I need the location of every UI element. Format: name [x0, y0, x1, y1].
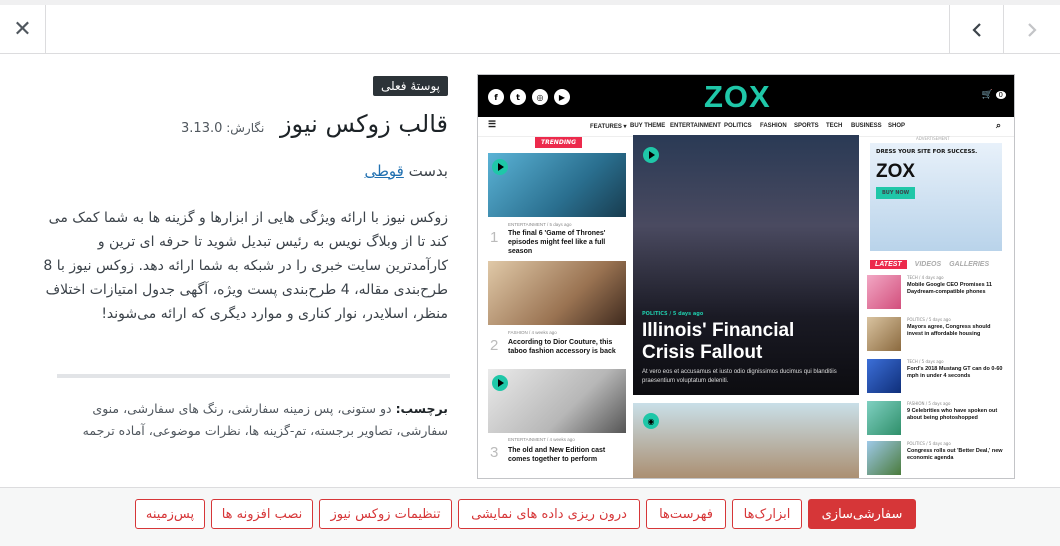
camera-icon: ◉: [643, 413, 659, 429]
article-image: ◉: [633, 403, 859, 478]
featured-article-category: POLITICS / 5 days ago: [642, 311, 704, 317]
facebook-icon: f: [488, 89, 504, 105]
ad-label: ADVERTISEMENT: [916, 136, 950, 141]
article-thumbnail: [488, 369, 626, 433]
ad-tagline: DRESS YOUR SITE FOR SUCCESS.: [876, 149, 978, 155]
install-plugins-button[interactable]: نصب افزونه ها: [211, 499, 313, 529]
theme-name: قالب زوکس نیوز نگارش: 3.13.0: [181, 110, 448, 138]
theme-author: بدست قوطی: [364, 162, 448, 180]
article-title: The final 6 'Game of Thrones' episodes m…: [508, 230, 606, 255]
divider: [57, 374, 450, 378]
search-icon: ⌕: [996, 120, 1002, 130]
article-thumbnail: [867, 275, 901, 309]
previous-theme-button[interactable]: [949, 5, 1003, 54]
chevron-right-icon: [1028, 22, 1037, 37]
article-meta: ENTERTAINMENT / 4 weeks ago: [508, 437, 575, 442]
article-thumbnail: [867, 317, 901, 351]
youtube-icon: ▶: [554, 89, 570, 105]
ad-logo: ZOX: [876, 161, 916, 182]
customize-button[interactable]: سفارشی‌سازی: [808, 499, 916, 529]
tab-videos: VIDEOS: [914, 261, 942, 268]
import-demo-button[interactable]: درون ریزی داده های نمایشی: [458, 499, 640, 529]
article-number: 3: [490, 444, 499, 461]
article-thumbnail: [488, 153, 626, 217]
play-icon: [492, 159, 508, 175]
widgets-button[interactable]: ابزارک‌ها: [732, 499, 802, 529]
play-icon: [492, 375, 508, 391]
nav-item: FASHION: [760, 123, 787, 129]
chevron-left-icon: [971, 22, 981, 37]
twitter-icon: t: [510, 89, 526, 105]
version-label: نگارش:: [226, 121, 265, 135]
nav-item: SHOP: [888, 123, 906, 129]
article-title: Ford's 2018 Mustang GT can do 0-60 mph i…: [907, 366, 1003, 379]
tags-label: برچسب:: [395, 401, 448, 416]
tab-galleries: GALLERIES: [949, 261, 990, 268]
article-thumbnail: [867, 401, 901, 435]
nav-item: ENTERTAINMENT: [670, 123, 721, 129]
article-title: According to Dior Couture, this taboo fa…: [508, 339, 616, 355]
article-meta: TECH / 4 days ago: [907, 275, 944, 280]
nav-item: TECH: [826, 123, 843, 129]
article-title: 9 Celebrities who have spoken out about …: [907, 408, 998, 421]
close-button[interactable]: ✕: [0, 5, 46, 54]
cart-icon: 🛒 0: [981, 90, 1006, 100]
theme-description: زوکس نیوز با ارائه ویژگی هایی از ابزارها…: [43, 210, 448, 322]
theme-screenshot: f t ◎ ▶ ZOX 🛒 0 ☰ FEATURES ▾ BUY THEME E…: [477, 74, 1015, 479]
nav-item: BUY THEME: [630, 123, 666, 129]
menus-button[interactable]: فهرست‌ها: [646, 499, 726, 529]
nav-item: BUSINESS: [851, 123, 882, 129]
ad-buy-button: BUY NOW: [876, 187, 916, 199]
theme-overlay-header: ✕: [0, 0, 1060, 54]
article-meta: POLITICS / 5 days ago: [907, 441, 951, 446]
article-thumbnail: [488, 261, 626, 325]
article-meta: ENTERTAINMENT / 5 days ago: [508, 222, 572, 227]
cart-count: 0: [995, 91, 1006, 99]
nav-item: FEATURES ▾: [590, 124, 627, 130]
advertisement-banner: DRESS YOUR SITE FOR SUCCESS. ZOX BUY NOW: [870, 143, 1002, 251]
article-number: 1: [490, 229, 499, 246]
featured-article-excerpt: At vero eos et accusamus et iusto odio d…: [642, 369, 837, 384]
nav-item: POLITICS: [724, 123, 752, 129]
preview-logo: ZOX: [704, 79, 771, 114]
featured-article-image: POLITICS / 5 days ago Illinois' Financia…: [633, 135, 859, 395]
background-button[interactable]: پس‌زمینه: [135, 499, 205, 529]
tags-list: دو ستونی، پس زمینه سفارشی، رنگ های سفارش…: [82, 401, 448, 438]
tab-latest: LATEST: [870, 260, 907, 269]
theme-actions: سفارشی‌سازی ابزارک‌ها فهرست‌ها درون ریزی…: [0, 487, 1060, 546]
article-meta: TECH / 5 days ago: [907, 359, 944, 364]
current-theme-badge: پوستهٔ فعلی: [373, 76, 448, 96]
article-title: Congress rolls out 'Better Deal,' new ec…: [907, 448, 1003, 461]
article-title: Mayors agree, Congress should invest in …: [907, 324, 991, 337]
trending-label: TRENDING: [535, 137, 582, 148]
instagram-icon: ◎: [532, 89, 548, 105]
article-thumbnail: [867, 441, 901, 475]
article-thumbnail: [867, 359, 901, 393]
close-icon: ✕: [13, 17, 32, 42]
article-title: The old and New Edition cast comes toget…: [508, 447, 606, 463]
nav-item: SPORTS: [794, 123, 819, 129]
version-number: 3.13.0: [181, 121, 223, 136]
preview-nav: ☰ FEATURES ▾ BUY THEME ENTERTAINMENT POL…: [478, 117, 1014, 137]
sidebar-tabs: LATEST VIDEOS GALLERIES: [870, 260, 990, 269]
preview-header: f t ◎ ▶ ZOX 🛒 0: [478, 75, 1014, 117]
menu-icon: ☰: [488, 119, 497, 129]
zox-settings-button[interactable]: تنظیمات زوکس نیوز: [319, 499, 452, 529]
theme-tags: برچسب: دو ستونی، پس زمینه سفارشی، رنگ ها…: [53, 398, 448, 442]
author-link[interactable]: قوطی: [364, 162, 403, 180]
next-theme-button[interactable]: [1003, 5, 1060, 54]
featured-article-title: Illinois' Financial Crisis Fallout: [642, 320, 795, 363]
author-prefix: بدست: [408, 162, 448, 180]
article-number: 2: [490, 337, 499, 354]
play-icon: [643, 147, 659, 163]
article-title: Mobile Google CEO Promises 11 Daydream-c…: [907, 282, 992, 295]
theme-title: قالب زوکس نیوز: [279, 110, 448, 138]
theme-version: نگارش: 3.13.0: [181, 121, 265, 136]
article-meta: POLITICS / 5 days ago: [907, 317, 951, 322]
article-meta: FASHION / 5 days ago: [907, 401, 951, 406]
article-meta: FASHION / 4 weeks ago: [508, 330, 557, 335]
